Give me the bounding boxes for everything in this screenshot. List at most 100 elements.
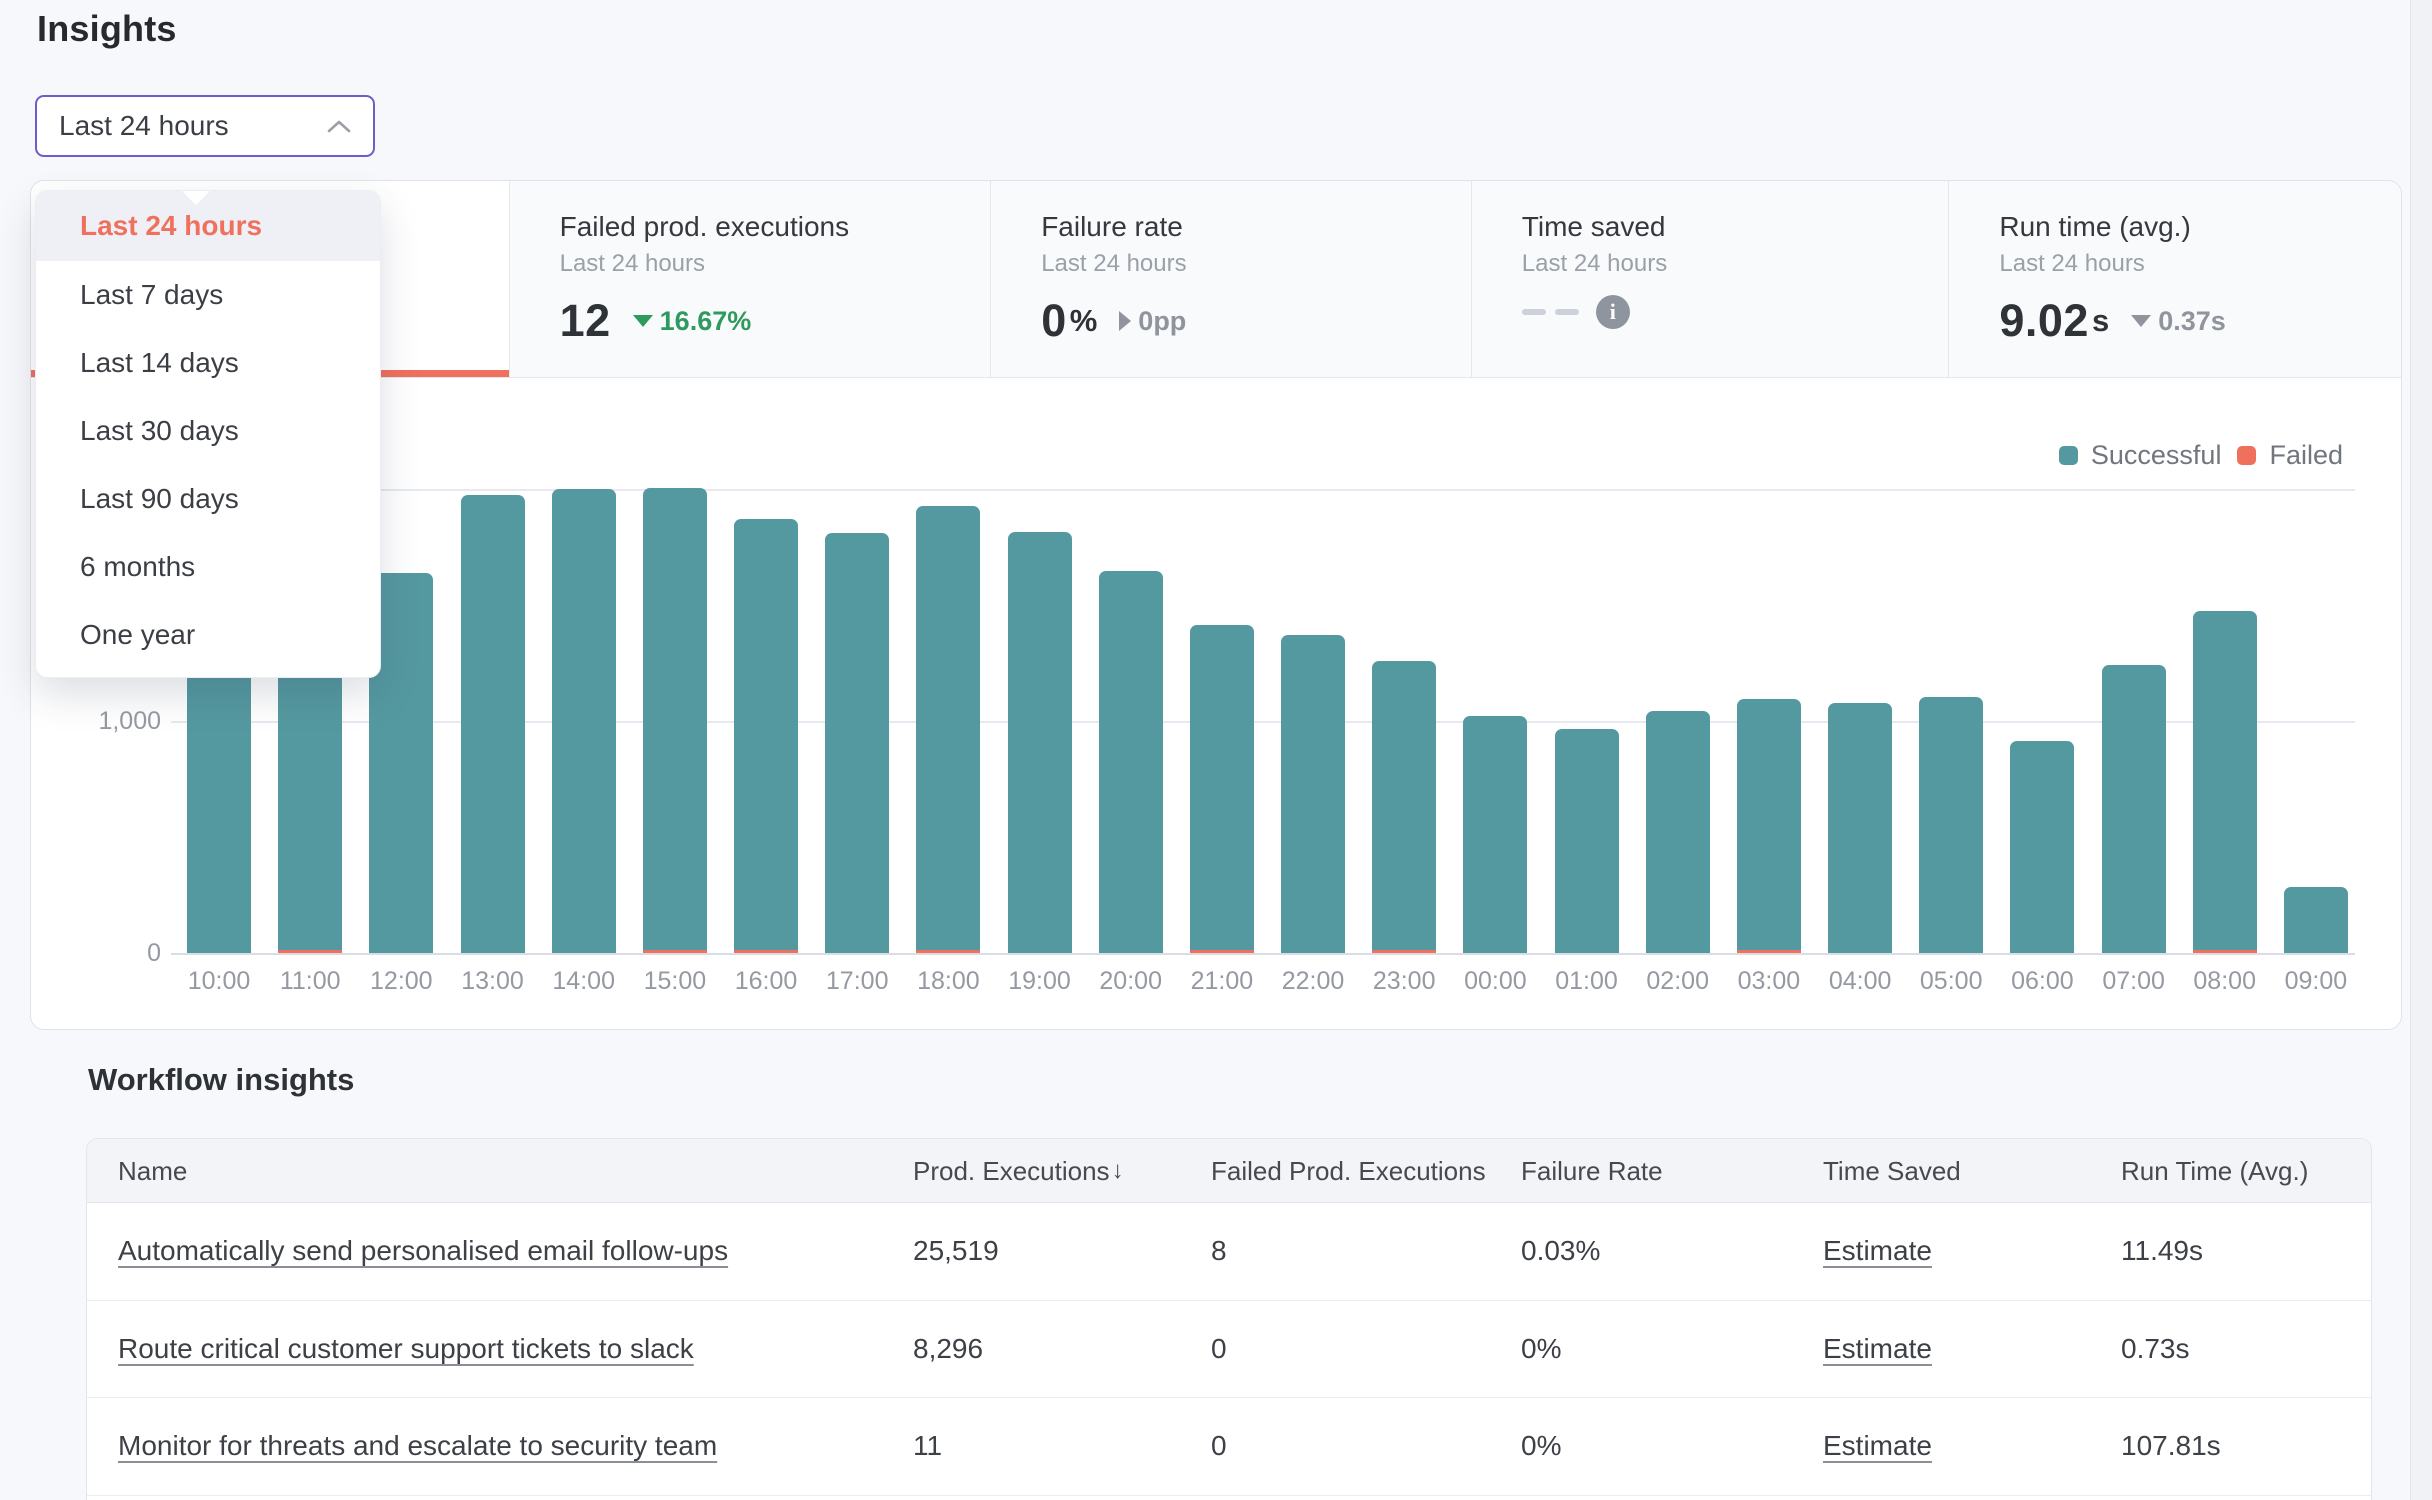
menu-item-last-90-days[interactable]: Last 90 days xyxy=(36,465,380,533)
column-header-prod-executions[interactable]: Prod. Executions↓ xyxy=(913,1139,1124,1203)
stat-value: 0 xyxy=(1041,295,1067,347)
cell-time_saved: Estimate xyxy=(1823,1301,1932,1398)
stat-title: Run time (avg.) xyxy=(1999,211,2401,243)
bar-successful-10:00 xyxy=(187,663,251,953)
triangle-down-icon xyxy=(2131,315,2151,327)
bar-successful-06:00 xyxy=(2010,741,2074,953)
stat-tab-failure-rate[interactable]: Failure rate Last 24 hours 0% 0pp xyxy=(991,181,1472,377)
column-header-failure-rate[interactable]: Failure Rate xyxy=(1521,1139,1663,1203)
stat-value-row: 9.02s0.37s xyxy=(1999,295,2401,347)
workflow-link[interactable]: Monitor for threats and escalate to secu… xyxy=(118,1430,717,1462)
stat-title: Failure rate xyxy=(1041,211,1471,243)
stat-delta: 0pp xyxy=(1119,306,1186,337)
bar-successful-23:00 xyxy=(1372,661,1436,950)
workflow-insights-heading: Workflow insights xyxy=(88,1062,354,1098)
x-tick-05:00: 05:00 xyxy=(1906,967,1996,996)
chevron-up-icon xyxy=(327,119,351,133)
menu-item-last-24-hours[interactable]: Last 24 hours xyxy=(36,191,380,261)
stat-title: Failed prod. executions xyxy=(560,211,991,243)
x-tick-14:00: 14:00 xyxy=(539,967,629,996)
insights-summary-card: Failed prod. executions Last 24 hours 1216… xyxy=(30,180,2402,1030)
cell-prod_executions: 11 xyxy=(913,1398,942,1495)
table-row: Route critical customer support tickets … xyxy=(87,1301,2371,1399)
stat-delta-text: 0.37s xyxy=(2158,306,2226,337)
bar-successful-05:00 xyxy=(1919,697,1983,953)
cell-failed_prod_executions: 0 xyxy=(1211,1398,1227,1495)
menu-item-one-year[interactable]: One year xyxy=(36,601,380,669)
column-header-failed-prod-executions[interactable]: Failed Prod. Executions xyxy=(1211,1139,1486,1203)
bar-successful-09:00 xyxy=(2284,887,2348,953)
stat-tab-failed-prod-executions[interactable]: Failed prod. executionsLast 24 hours1216… xyxy=(510,181,992,377)
bar-successful-13:00 xyxy=(461,495,525,953)
column-header-time-saved[interactable]: Time Saved xyxy=(1823,1139,1961,1203)
stat-subtitle: Last 24 hours xyxy=(1522,250,1949,278)
bar-failed-18:00 xyxy=(916,950,980,953)
stat-tab-run-time-avg[interactable]: Run time (avg.)Last 24 hours9.02s0.37s xyxy=(1949,181,2401,377)
x-tick-20:00: 20:00 xyxy=(1086,967,1176,996)
table-body: Automatically send personalised email fo… xyxy=(87,1203,2371,1496)
x-tick-13:00: 13:00 xyxy=(448,967,538,996)
menu-item-6-months[interactable]: 6 months xyxy=(36,533,380,601)
legend-swatch-successful xyxy=(2059,446,2078,465)
x-tick-12:00: 12:00 xyxy=(356,967,446,996)
stat-value-row: i xyxy=(1522,295,1949,329)
x-tick-07:00: 07:00 xyxy=(2089,967,2179,996)
column-header-run-time-avg-[interactable]: Run Time (Avg.) xyxy=(2121,1139,2308,1203)
bar-successful-18:00 xyxy=(916,506,980,950)
menu-item-last-30-days[interactable]: Last 30 days xyxy=(36,397,380,465)
bar-successful-17:00 xyxy=(825,533,889,953)
no-value-dash xyxy=(1522,309,1546,315)
no-value-dash xyxy=(1555,309,1579,315)
bar-successful-07:00 xyxy=(2102,665,2166,953)
legend-entry-successful[interactable]: Successful xyxy=(2059,440,2222,471)
table-row: Automatically send personalised email fo… xyxy=(87,1203,2371,1301)
cell-run_time: 11.49s xyxy=(2121,1203,2203,1300)
bar-successful-16:00 xyxy=(734,519,798,951)
page-scrollbar[interactable] xyxy=(2410,0,2432,1500)
chart-legend: Successful Failed xyxy=(2059,440,2343,471)
legend-entry-failed[interactable]: Failed xyxy=(2237,440,2343,471)
stat-subtitle: Last 24 hours xyxy=(1041,250,1471,278)
x-tick-04:00: 04:00 xyxy=(1815,967,1905,996)
bar-failed-08:00 xyxy=(2193,950,2257,953)
bar-successful-14:00 xyxy=(552,489,616,953)
stat-value: 12 xyxy=(560,295,611,347)
bar-successful-15:00 xyxy=(643,488,707,950)
estimate-link[interactable]: Estimate xyxy=(1823,1333,1932,1365)
bar-failed-21:00 xyxy=(1190,950,1254,953)
stat-value-suffix: s xyxy=(2092,303,2109,339)
menu-item-last-7-days[interactable]: Last 7 days xyxy=(36,261,380,329)
cell-prod_executions: 25,519 xyxy=(913,1203,999,1300)
bar-successful-11:00 xyxy=(278,648,342,950)
workflow-link[interactable]: Automatically send personalised email fo… xyxy=(118,1235,728,1267)
cell-run_time: 0.73s xyxy=(2121,1301,2190,1398)
estimate-link[interactable]: Estimate xyxy=(1823,1235,1932,1267)
x-tick-23:00: 23:00 xyxy=(1359,967,1449,996)
bar-successful-00:00 xyxy=(1463,716,1527,953)
stat-tabs-row: Failed prod. executions Last 24 hours 1216… xyxy=(31,181,2401,378)
gridline-2000 xyxy=(171,489,2355,491)
cell-name: Automatically send personalised email fo… xyxy=(118,1203,728,1300)
table-row: Monitor for threats and escalate to secu… xyxy=(87,1398,2371,1496)
bar-successful-01:00 xyxy=(1555,729,1619,953)
cell-time_saved: Estimate xyxy=(1823,1203,1932,1300)
bar-failed-16:00 xyxy=(734,950,798,953)
column-header-name[interactable]: Name xyxy=(118,1139,187,1203)
cell-prod_executions: 8,296 xyxy=(913,1301,983,1398)
estimate-link[interactable]: Estimate xyxy=(1823,1430,1932,1462)
bar-failed-11:00 xyxy=(278,950,342,953)
x-tick-01:00: 01:00 xyxy=(1542,967,1632,996)
stat-value-row: 1216.67% xyxy=(560,295,991,347)
workflow-link[interactable]: Route critical customer support tickets … xyxy=(118,1333,694,1365)
info-icon[interactable]: i xyxy=(1596,295,1630,329)
cell-failure_rate: 0% xyxy=(1521,1398,1561,1495)
x-tick-02:00: 02:00 xyxy=(1633,967,1723,996)
legend-swatch-failed xyxy=(2237,446,2256,465)
time-filter-dropdown[interactable]: Last 24 hours xyxy=(35,95,375,157)
stat-value-suffix: % xyxy=(1070,303,1098,339)
stat-tab-time-saved[interactable]: Time savedLast 24 hoursi xyxy=(1472,181,1950,377)
time-filter-menu: Last 24 hoursLast 7 daysLast 14 daysLast… xyxy=(35,190,381,678)
menu-item-last-14-days[interactable]: Last 14 days xyxy=(36,329,380,397)
bar-successful-02:00 xyxy=(1646,711,1710,953)
bar-failed-23:00 xyxy=(1372,950,1436,953)
